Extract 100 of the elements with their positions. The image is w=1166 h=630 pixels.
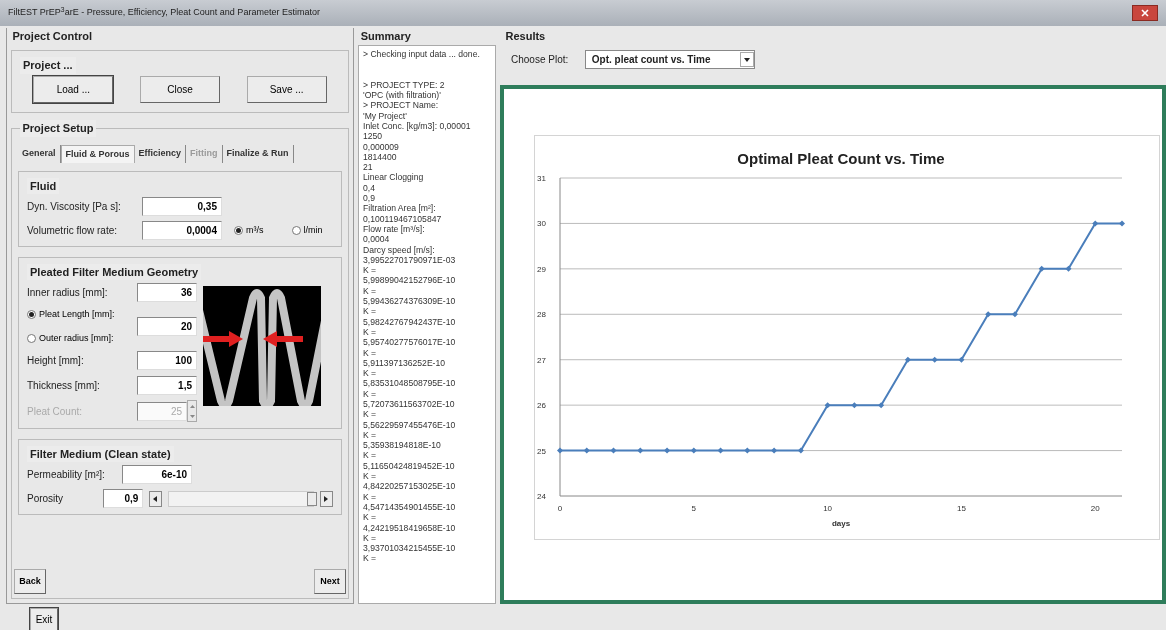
log-line: K = [363, 326, 378, 338]
radio-option[interactable]: l/min [291, 224, 323, 238]
log-line: K = [363, 491, 378, 502]
log-line: 3,93701034215455E-10 [363, 543, 457, 554]
data-point [637, 447, 644, 454]
axis-tick-label: 30 [537, 219, 546, 229]
log-line: 5,911397136252E-10 [363, 357, 447, 369]
field-label: Inner radius [mm]: [27, 286, 109, 300]
log-line: 5,72073611563702E-10 [363, 399, 456, 410]
scroll-button[interactable] [319, 490, 333, 507]
log-line: K = [363, 532, 378, 544]
data-point [557, 447, 563, 454]
project-button[interactable]: Close [140, 76, 220, 104]
data-point [878, 402, 885, 409]
tab[interactable]: Fluid & Porous [60, 144, 135, 163]
log-line: 5,35938194818E-10 [363, 440, 442, 451]
text-field[interactable]: 36 [137, 283, 197, 302]
nav-button[interactable]: Next [314, 568, 346, 594]
project-button[interactable]: Load ... [33, 76, 114, 104]
text-field[interactable]: 100 [137, 351, 197, 370]
log-line: 0,9 [363, 193, 376, 204]
text-field[interactable]: 0,35 [142, 196, 222, 216]
log-line: 4,84220257153025E-10 [363, 481, 457, 492]
data-point [1038, 265, 1045, 272]
axis-tick-label: 26 [537, 401, 546, 411]
group-title: Filter Medium (Clean state) [27, 445, 174, 462]
axis-tick-label: 28 [537, 310, 546, 320]
log-line: K = [363, 347, 378, 358]
axis-label: days [831, 519, 851, 528]
caret-icon [743, 57, 750, 62]
log-line: 5,95740277576017E-10 [363, 337, 457, 348]
panel-title: Results [505, 29, 547, 44]
log-line: Filtration Area [m²]: [363, 203, 437, 214]
tab[interactable]: Efficiency [134, 144, 187, 163]
slider-thumb[interactable] [307, 491, 318, 506]
radio-option[interactable]: Pleat Length [mm]: [27, 307, 137, 321]
field-label: Thickness [mm]: [27, 378, 101, 393]
text-field[interactable]: 20 [137, 317, 197, 336]
close-button[interactable] [1132, 5, 1158, 21]
panel-title: Summary [360, 29, 412, 44]
log-line: 0,000009 [363, 141, 400, 152]
log-line: K = [363, 512, 378, 523]
text-field[interactable]: 0,9 [103, 489, 144, 509]
log-line: Linear Clogging [363, 172, 425, 183]
log-line: 3,99522701790971E-03 [363, 254, 457, 266]
plot-dropdown[interactable]: Opt. pleat count vs. Time [584, 50, 755, 69]
log-line: 5,99899042152796E-10 [363, 275, 457, 286]
exit-button[interactable]: Exit [30, 608, 58, 630]
scroll-button[interactable] [148, 490, 163, 507]
log-line: K = [363, 553, 378, 564]
group-title: Project Setup [19, 120, 97, 137]
axis-tick-label: 15 [957, 504, 966, 513]
log-line: K = [363, 429, 378, 441]
group-title: Project ... [20, 57, 76, 74]
log-line: 5,98242767942437E-10 [363, 316, 457, 327]
log-line: 0,0004 [363, 234, 391, 245]
data-point [797, 447, 804, 454]
radio-option[interactable]: Outer radius [mm]: [27, 332, 137, 346]
log-line: > Checking input data ... done. [363, 48, 481, 59]
group-title: Pleated Filter Medium Geometry [27, 263, 202, 281]
data-point [851, 402, 858, 409]
field-label: Porosity [27, 492, 65, 507]
data-point [958, 356, 965, 363]
log-line: Flow rate [m³/s]: [363, 223, 426, 235]
log-line: 'OPC (with filtration)' [363, 90, 442, 101]
log-line: K = [363, 388, 378, 399]
text-field[interactable]: 0,0004 [142, 221, 222, 241]
project-button[interactable]: Save ... [246, 76, 327, 104]
data-point [1092, 220, 1099, 227]
field-label: Height [mm]: [27, 354, 85, 368]
group-title: Fluid [27, 177, 60, 194]
field-label: Volumetric flow rate: [27, 224, 119, 239]
log-line: K = [363, 306, 378, 317]
axis-tick-label: 0 [557, 504, 563, 513]
right-arrow-icon [324, 495, 329, 502]
data-point [824, 402, 831, 409]
data-point [904, 356, 911, 363]
axis-tick-label: 5 [691, 504, 697, 513]
slider-track[interactable] [167, 490, 315, 507]
field-label: Dyn. Viscosity [Pa s]: [27, 199, 122, 214]
log-line: 21 [363, 162, 374, 173]
log-line: K = [363, 285, 378, 297]
log-line: Darcy speed [m/s]: [363, 244, 436, 255]
data-point [583, 447, 590, 454]
up-arrow-icon [189, 404, 195, 408]
left-arrow-icon [153, 495, 158, 502]
log-line: 4,24219518419658E-10 [363, 522, 457, 533]
close-icon [1141, 9, 1149, 17]
tab[interactable]: Finalize & Run [222, 144, 294, 163]
axis-tick-label: 29 [537, 264, 546, 274]
section-title: Project Control [12, 29, 93, 44]
axis-tick-label: 20 [1090, 504, 1100, 513]
tab[interactable]: General [18, 144, 61, 163]
spin-button[interactable] [187, 400, 197, 422]
text-field[interactable]: 6e-10 [122, 464, 192, 484]
radio-option[interactable]: m³/s [234, 224, 264, 238]
text-field[interactable]: 1,5 [137, 375, 197, 395]
nav-button[interactable]: Back [14, 568, 46, 594]
axis-tick-label: 24 [537, 492, 546, 501]
log-line: K = [363, 368, 378, 379]
